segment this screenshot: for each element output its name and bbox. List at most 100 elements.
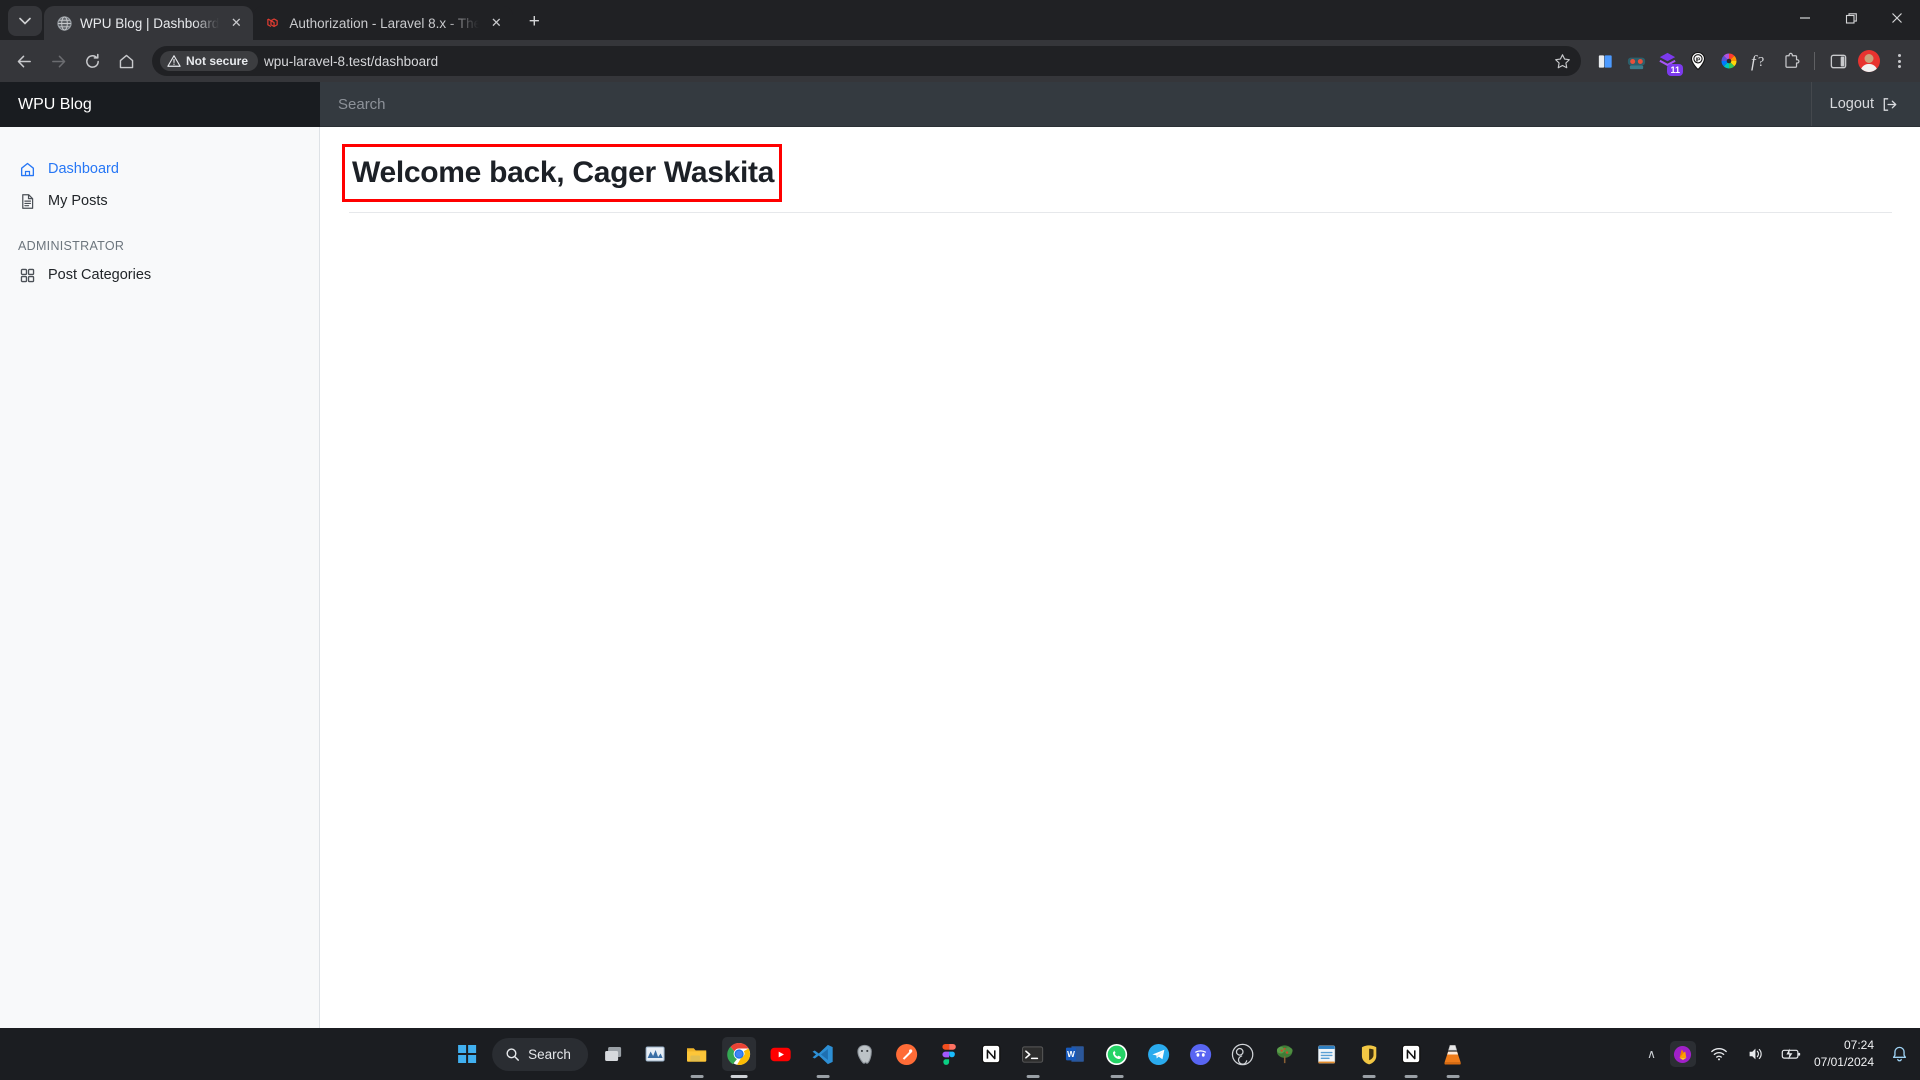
sidebar: Dashboard My Posts ADMINISTRATOR Post Ca…	[0, 127, 320, 1028]
logout-icon	[1883, 97, 1897, 111]
chrome-browser-window: WPU Blog | Dashboard ✕ Authorization - L…	[0, 0, 1920, 1080]
tab-title: WPU Blog | Dashboard	[80, 15, 220, 31]
clock-time: 07:24	[1843, 1038, 1874, 1053]
youtube-icon[interactable]	[764, 1037, 798, 1071]
visual-studio-code-icon[interactable]	[806, 1037, 840, 1071]
reading-list-icon[interactable]	[1591, 47, 1619, 75]
laravel-icon	[265, 15, 281, 31]
ip-pin-extension-icon[interactable]: IP	[1684, 47, 1712, 75]
side-panel-icon[interactable]	[1824, 47, 1852, 75]
notepad-icon[interactable]	[1310, 1037, 1344, 1071]
arrow-left-icon	[17, 55, 31, 67]
wifi-icon[interactable]	[1706, 1041, 1732, 1067]
close-button[interactable]	[1874, 0, 1920, 36]
app-body: Dashboard My Posts ADMINISTRATOR Post Ca…	[0, 127, 1920, 1028]
grid-icon	[18, 266, 36, 284]
main-content: Welcome back, Cager Waskita	[320, 127, 1920, 1028]
firebase-tray-icon[interactable]	[1669, 1041, 1696, 1067]
forward-button[interactable]	[42, 45, 74, 77]
app-topnav: Search Logout	[320, 82, 1920, 127]
site-security-badge[interactable]: Not secure	[160, 51, 259, 71]
volume-icon[interactable]	[1742, 1041, 1768, 1067]
minimize-button[interactable]	[1782, 0, 1828, 36]
warning-triangle-icon	[167, 55, 181, 67]
sidebar-item-dashboard[interactable]: Dashboard	[0, 153, 319, 185]
home-icon	[18, 160, 36, 178]
page-title: Welcome back, Cager Waskita	[352, 156, 775, 189]
notion-icon[interactable]	[974, 1037, 1008, 1071]
taskbar-app-group: Search W	[450, 1037, 1470, 1071]
file-explorer-icon[interactable]	[680, 1037, 714, 1071]
window-controls	[1782, 0, 1920, 36]
postgresql-icon[interactable]	[848, 1037, 882, 1071]
chevron-down-icon	[19, 17, 31, 25]
terminal-icon[interactable]	[1016, 1037, 1050, 1071]
taskbar-search-label: Search	[528, 1046, 571, 1062]
extensions-bar: 11 IP f?	[1591, 46, 1912, 76]
bell-icon[interactable]	[1886, 1041, 1912, 1067]
reload-button[interactable]	[76, 45, 108, 77]
figma-icon[interactable]	[932, 1037, 966, 1071]
postman-icon[interactable]	[890, 1037, 924, 1071]
purple-stack-extension-icon[interactable]: 11	[1653, 47, 1683, 76]
logout-label: Logout	[1829, 96, 1874, 112]
content-divider	[349, 211, 1892, 213]
sidebar-section-heading: ADMINISTRATOR	[18, 239, 125, 253]
back-button[interactable]	[8, 45, 40, 77]
address-bar[interactable]: Not secure wpu-laravel-8.test/dashboard	[152, 46, 1581, 76]
sidebar-item-label: Post Categories	[48, 267, 152, 283]
bitwarden-icon[interactable]	[1352, 1037, 1386, 1071]
file-text-icon	[18, 192, 36, 210]
vlc-media-player-icon[interactable]	[1436, 1037, 1470, 1071]
logout-button[interactable]: Logout	[1810, 82, 1920, 126]
taskbar-search-button[interactable]: Search	[492, 1037, 588, 1071]
svg-text:f: f	[1751, 52, 1758, 71]
tray-overflow-button[interactable]: ∧	[1643, 1047, 1660, 1061]
app-brand[interactable]: WPU Blog	[0, 82, 320, 127]
profile-avatar[interactable]	[1855, 47, 1883, 75]
tab-close-icon[interactable]: ✕	[487, 14, 505, 32]
svg-text:IP: IP	[1696, 57, 1701, 63]
app-header: WPU Blog Search Logout	[0, 82, 1920, 127]
goggles-extension-icon[interactable]	[1622, 47, 1650, 75]
discord-icon[interactable]	[1184, 1037, 1218, 1071]
notion-calendar-icon[interactable]	[1394, 1037, 1428, 1071]
globe-icon	[56, 15, 72, 31]
search-input[interactable]: Search	[320, 96, 1811, 113]
obs-studio-icon[interactable]	[1226, 1037, 1260, 1071]
sidebar-item-my-posts[interactable]: My Posts	[0, 185, 319, 217]
windows-taskbar: Search W ∧ 07:24 07/01/2024	[0, 1028, 1920, 1080]
microsoft-word-icon[interactable]: W	[1058, 1037, 1092, 1071]
task-view-icon[interactable]	[596, 1037, 630, 1071]
taskbar-clock[interactable]: 07:24 07/01/2024	[1814, 1037, 1876, 1070]
xampp-control-panel-icon[interactable]	[638, 1037, 672, 1071]
toolbar-divider	[1814, 52, 1815, 70]
google-chrome-icon[interactable]	[721, 1037, 756, 1071]
home-button[interactable]	[110, 45, 142, 77]
tab-title: Authorization - Laravel 8.x - The	[289, 15, 480, 31]
sidebar-item-post-categories[interactable]: Post Categories	[0, 259, 319, 291]
telegram-icon[interactable]	[1142, 1037, 1176, 1071]
browser-toolbar: Not secure wpu-laravel-8.test/dashboard …	[0, 40, 1920, 82]
extension-badge-count: 11	[1667, 64, 1683, 76]
chrome-menu-icon[interactable]	[1886, 46, 1912, 76]
extensions-puzzle-icon[interactable]	[1777, 47, 1805, 75]
tab-strip: WPU Blog | Dashboard ✕ Authorization - L…	[0, 0, 1920, 40]
reload-icon	[85, 53, 99, 68]
tab-search-button[interactable]	[8, 6, 42, 36]
sidebar-item-label: Dashboard	[48, 161, 119, 177]
browser-tab-active[interactable]: WPU Blog | Dashboard ✕	[44, 6, 254, 40]
f-question-extension-icon[interactable]: f?	[1746, 47, 1774, 75]
whatsapp-icon[interactable]	[1100, 1037, 1134, 1071]
minimize-icon	[1800, 17, 1810, 19]
close-icon	[1892, 13, 1902, 23]
color-wheel-extension-icon[interactable]	[1715, 47, 1743, 75]
maximize-restore-button[interactable]	[1828, 0, 1874, 36]
bookmark-star-icon[interactable]	[1549, 48, 1575, 74]
sourcetree-icon[interactable]	[1268, 1037, 1302, 1071]
browser-tab-inactive[interactable]: Authorization - Laravel 8.x - The ✕	[253, 6, 514, 40]
battery-charging-icon[interactable]	[1778, 1041, 1804, 1067]
start-button[interactable]	[450, 1037, 484, 1071]
tab-close-icon[interactable]: ✕	[227, 14, 245, 32]
new-tab-button[interactable]: +	[519, 7, 549, 37]
